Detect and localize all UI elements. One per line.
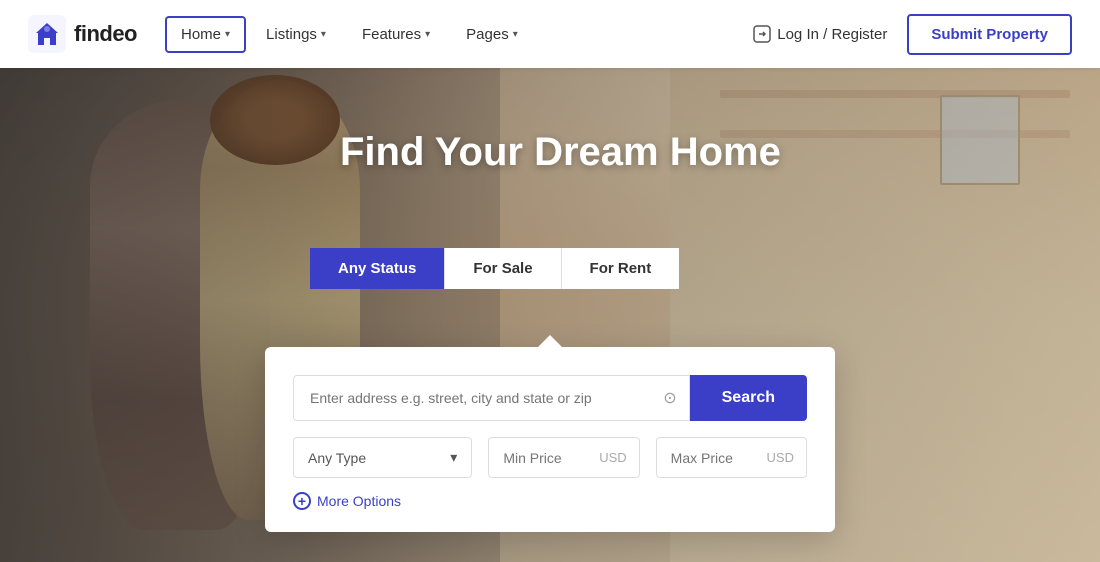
max-price-wrap: USD <box>656 437 807 478</box>
address-input-wrap: ⊙ <box>293 375 690 421</box>
submit-property-button[interactable]: Submit Property <box>907 14 1072 55</box>
navbar: findeo Home ▾ Listings ▾ Features ▾ Page… <box>0 0 1100 68</box>
address-input[interactable] <box>294 376 689 420</box>
nav-item-features[interactable]: Features ▾ <box>346 16 446 53</box>
min-price-wrap: USD <box>488 437 639 478</box>
chevron-down-icon: ▾ <box>425 29 430 40</box>
logo-icon <box>28 15 66 53</box>
tab-any-status[interactable]: Any Status <box>310 248 444 289</box>
tab-for-sale[interactable]: For Sale <box>444 248 561 289</box>
min-price-currency: USD <box>599 450 638 465</box>
type-select[interactable]: Any Type ▾ <box>293 437 472 478</box>
min-price-input[interactable] <box>489 439 599 477</box>
hero-title: Find Your Dream Home <box>340 130 781 175</box>
search-row: ⊙ Search <box>293 375 807 421</box>
more-options-button[interactable]: + More Options <box>293 492 807 510</box>
plus-icon: + <box>293 492 311 510</box>
chevron-down-icon: ▾ <box>513 29 518 40</box>
brand-name: findeo <box>74 21 137 47</box>
max-price-input[interactable] <box>657 439 767 477</box>
logo[interactable]: findeo <box>28 15 137 53</box>
max-price-currency: USD <box>767 450 806 465</box>
search-panel: ⊙ Search Any Type ▾ USD USD + More Optio… <box>265 347 835 532</box>
search-button[interactable]: Search <box>690 375 807 421</box>
nav-item-pages[interactable]: Pages ▾ <box>450 16 534 53</box>
login-icon <box>753 25 771 43</box>
nav-links: Home ▾ Listings ▾ Features ▾ Pages ▾ <box>165 16 534 53</box>
nav-item-listings[interactable]: Listings ▾ <box>250 16 342 53</box>
chevron-down-icon: ▾ <box>225 29 230 40</box>
filter-row: Any Type ▾ USD USD <box>293 437 807 478</box>
nav-item-home[interactable]: Home ▾ <box>165 16 246 53</box>
chevron-down-icon: ▾ <box>321 29 326 40</box>
location-icon: ⊙ <box>663 388 676 408</box>
login-button[interactable]: Log In / Register <box>753 25 887 43</box>
chevron-down-icon: ▾ <box>450 449 457 466</box>
status-tabs: Any Status For Sale For Rent <box>310 248 679 289</box>
navbar-left: findeo Home ▾ Listings ▾ Features ▾ Page… <box>28 15 534 53</box>
hero-section: Find Your Dream Home Any Status For Sale… <box>0 0 1100 562</box>
tab-for-rent[interactable]: For Rent <box>562 248 680 289</box>
navbar-right: Log In / Register Submit Property <box>753 14 1072 55</box>
